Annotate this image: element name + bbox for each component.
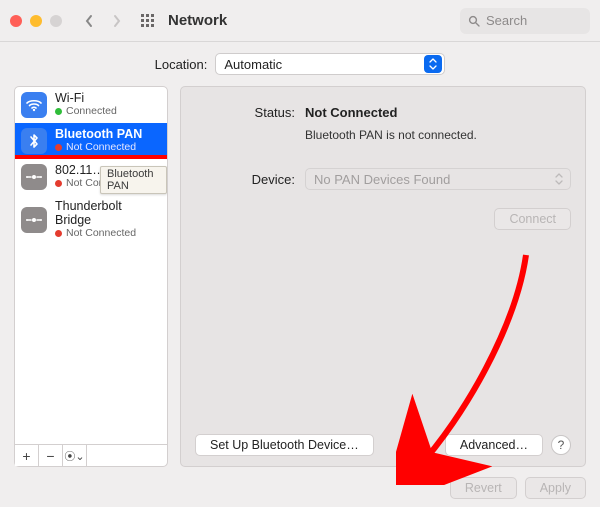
wifi-icon	[21, 92, 47, 118]
generic-network-icon	[21, 164, 47, 190]
nav-buttons	[78, 10, 128, 32]
status-dot-icon	[55, 144, 62, 151]
window-controls	[10, 15, 62, 27]
apply-button[interactable]: Apply	[525, 477, 586, 499]
service-tooltip: Bluetooth PAN	[100, 166, 167, 194]
services-sidebar: Wi-Fi Connected Bluetooth PAN Not Connec…	[14, 86, 168, 467]
service-thunderbolt-bridge[interactable]: Thunderbolt Bridge Not Connected	[15, 195, 167, 244]
service-status: Not Connected	[55, 142, 142, 154]
dropdown-stepper-icon	[552, 169, 566, 189]
advanced-button[interactable]: Advanced…	[445, 434, 543, 456]
location-row: Location: Automatic	[0, 42, 600, 86]
connect-button[interactable]: Connect	[494, 208, 571, 230]
revert-button[interactable]: Revert	[450, 477, 517, 499]
service-status: Not Connected	[55, 228, 161, 240]
setup-bluetooth-button[interactable]: Set Up Bluetooth Device…	[195, 434, 374, 456]
show-all-prefs-button[interactable]	[138, 11, 158, 31]
device-dropdown[interactable]: No PAN Devices Found	[305, 168, 571, 190]
status-dot-icon	[55, 108, 62, 115]
thunderbolt-icon	[21, 207, 47, 233]
service-wifi[interactable]: Wi-Fi Connected	[15, 87, 167, 123]
titlebar: Network Search	[0, 0, 600, 42]
status-label: Status:	[195, 105, 295, 120]
services-list-toolbar: + − ⦿⌄	[14, 445, 168, 467]
service-status: Connected	[55, 106, 117, 118]
remove-service-button[interactable]: −	[39, 445, 63, 466]
status-value: Not Connected	[305, 105, 397, 120]
status-subtext: Bluetooth PAN is not connected.	[305, 128, 571, 142]
device-label: Device:	[195, 172, 295, 187]
status-dot-icon	[55, 180, 62, 187]
add-service-button[interactable]: +	[15, 445, 39, 466]
services-list[interactable]: Wi-Fi Connected Bluetooth PAN Not Connec…	[14, 86, 168, 445]
service-bluetooth-pan[interactable]: Bluetooth PAN Not Connected	[15, 123, 167, 159]
location-value: Automatic	[224, 57, 282, 72]
dropdown-stepper-icon	[424, 55, 442, 73]
service-name: Bluetooth PAN	[55, 128, 142, 142]
forward-button[interactable]	[106, 10, 128, 32]
location-label: Location:	[155, 57, 208, 72]
location-dropdown[interactable]: Automatic	[215, 53, 445, 75]
device-value: No PAN Devices Found	[314, 172, 450, 187]
help-button[interactable]: ?	[551, 435, 571, 455]
status-dot-icon	[55, 230, 62, 237]
zoom-window-button[interactable]	[50, 15, 62, 27]
close-window-button[interactable]	[10, 15, 22, 27]
bluetooth-icon	[21, 128, 47, 154]
window-footer: Revert Apply	[0, 467, 600, 499]
service-name: Wi-Fi	[55, 92, 117, 106]
detail-panel: Status: Not Connected Bluetooth PAN is n…	[180, 86, 586, 467]
search-placeholder: Search	[486, 13, 527, 28]
search-input[interactable]: Search	[460, 8, 590, 34]
back-button[interactable]	[78, 10, 100, 32]
service-name: Thunderbolt Bridge	[55, 200, 161, 228]
search-icon	[468, 15, 480, 27]
window-title: Network	[168, 12, 460, 29]
service-actions-button[interactable]: ⦿⌄	[63, 445, 87, 466]
minimize-window-button[interactable]	[30, 15, 42, 27]
